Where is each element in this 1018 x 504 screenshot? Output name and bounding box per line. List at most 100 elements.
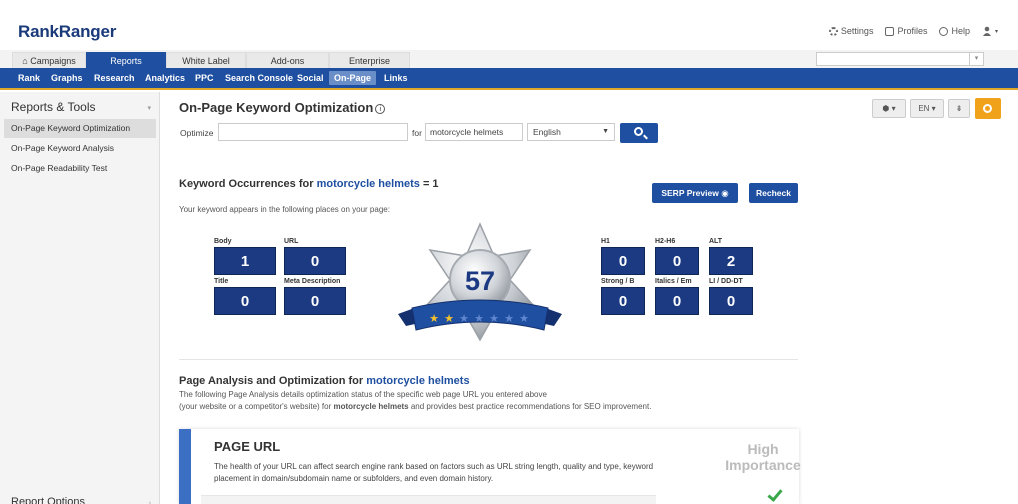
metric-label-li: LI / DD-DT: [709, 278, 743, 285]
tab-add-ons[interactable]: Add-ons: [246, 52, 329, 68]
analysis-title: Page Analysis and Optimization for motor…: [179, 375, 470, 387]
analysis-line-1: The following Page Analysis details opti…: [179, 390, 547, 399]
sidebar-item-on-page-keyword-analysis[interactable]: On-Page Keyword Analysis: [4, 139, 156, 158]
chevron-down-icon: ▾: [891, 104, 896, 113]
sidebar-report-options[interactable]: Report Options: [11, 496, 85, 504]
checkmark-icon: [767, 486, 783, 502]
settings-link[interactable]: Settings: [828, 26, 874, 36]
page-url-card: PAGE URL The health of your URL can affe…: [179, 429, 801, 504]
subnav-graphs[interactable]: Graphs: [51, 73, 83, 83]
occurrences-title: Keyword Occurrences for motorcycle helme…: [179, 178, 439, 190]
brand-word-rank: Rank: [18, 22, 59, 41]
optimize-label: Optimize: [180, 128, 214, 138]
info-icon[interactable]: i: [375, 104, 386, 114]
analysis-line-2: (your website or a competitor's website)…: [179, 402, 651, 411]
download-button[interactable]: ⇟: [948, 99, 970, 118]
metric-label-title: Title: [214, 278, 229, 285]
settings-button[interactable]: [975, 98, 1001, 119]
tab-enterprise[interactable]: Enterprise: [329, 52, 410, 68]
settings-label: Settings: [840, 26, 874, 36]
home-icon: ⌂: [22, 56, 28, 66]
occurrences-keyword: motorcycle helmets: [316, 178, 420, 190]
score-value: 57: [465, 266, 495, 296]
tab-reports-label: Reports: [110, 56, 142, 66]
profile-card-icon: [885, 26, 895, 36]
tab-campaigns-label: Campaigns: [30, 56, 76, 66]
eye-icon: ◉: [721, 188, 729, 198]
sidebar-item-on-page-readability-test[interactable]: On-Page Readability Test: [4, 159, 156, 178]
tab-campaigns[interactable]: ⌂ Campaigns: [12, 52, 86, 68]
metric-value-italics: 0: [655, 287, 699, 315]
chevron-down-icon: ▾: [931, 104, 936, 113]
metric-value-title: 0: [214, 287, 276, 315]
metric-label-strong: Strong / B: [601, 278, 635, 285]
subnav-analytics[interactable]: Analytics: [145, 73, 185, 83]
chevron-down-icon: ▾: [994, 28, 998, 35]
help-link[interactable]: Help: [939, 26, 970, 36]
metric-label-alt: ALT: [709, 238, 723, 245]
export-menu-button[interactable]: ⬢ ▾: [872, 99, 906, 118]
language-menu-button[interactable]: EN ▾: [910, 99, 944, 118]
profiles-link[interactable]: Profiles: [885, 26, 927, 36]
subnav-social[interactable]: Social: [297, 73, 324, 83]
ribbon-star-icon: ★: [489, 313, 499, 325]
score-badge: 57 ★ ★ ★ ★ ★ ★ ★: [398, 222, 562, 342]
ribbon-star-icon: ★: [459, 313, 469, 325]
user-menu[interactable]: ▾: [982, 26, 998, 36]
page-title-text: On-Page Keyword Optimization: [179, 100, 374, 115]
metric-label-h1: H1: [601, 238, 610, 245]
tab-white-label[interactable]: White Label: [166, 52, 246, 68]
analysis-keyword: motorcycle helmets: [366, 375, 470, 387]
ribbon-star-icon: ★: [474, 313, 484, 325]
tab-reports[interactable]: Reports: [86, 52, 166, 68]
occurrences-subtitle: Your keyword appears in the following pl…: [179, 205, 390, 214]
metric-label-h2-h6: H2-H6: [655, 238, 676, 245]
search-button[interactable]: [620, 123, 658, 143]
top-links: Settings Profiles Help ▾: [828, 26, 998, 36]
sub-nav: Rank Graphs Research Analytics PPC Searc…: [0, 68, 1018, 90]
metric-value-alt: 2: [709, 247, 753, 275]
metric-value-strong: 0: [601, 287, 645, 315]
metric-label-meta-description: Meta Description: [284, 278, 341, 285]
language-select[interactable]: English ▼: [527, 123, 615, 141]
card-detail-strip: [201, 495, 656, 504]
subnav-on-page[interactable]: On-Page: [329, 71, 377, 85]
serp-preview-button[interactable]: SERP Preview ◉: [652, 183, 738, 203]
recheck-button[interactable]: Recheck: [749, 183, 798, 203]
chevron-down-icon[interactable]: ▾: [147, 104, 151, 112]
tab-enterprise-label: Enterprise: [348, 56, 391, 66]
metric-label-body: Body: [214, 238, 232, 245]
subnav-ppc[interactable]: PPC: [195, 73, 214, 83]
metric-value-h2-h6: 0: [655, 247, 699, 275]
ribbon-star-icon: ★: [429, 313, 439, 325]
brand-logo[interactable]: RankRanger: [18, 22, 116, 42]
url-input[interactable]: [218, 123, 408, 141]
profiles-label: Profiles: [897, 26, 928, 36]
analysis-line-2-b: and provides best practice recommendatio…: [410, 402, 652, 411]
campaign-select[interactable]: ▾: [816, 52, 984, 66]
metric-value-meta-description: 0: [284, 287, 346, 315]
ribbon-star-icon: ★: [519, 313, 529, 325]
cube-icon: ⬢: [882, 104, 890, 113]
keyword-input[interactable]: motorcycle helmets: [425, 123, 523, 141]
subnav-links[interactable]: Links: [384, 73, 408, 83]
brand-word-ranger: Ranger: [58, 22, 117, 41]
ribbon-star-icon: ★: [444, 313, 454, 325]
search-icon: [634, 127, 643, 136]
gear-icon: [983, 104, 992, 113]
subnav-research[interactable]: Research: [94, 73, 135, 83]
subnav-search-console[interactable]: Search Console: [225, 73, 293, 83]
metric-value-li: 0: [709, 287, 753, 315]
sidebar: Reports & Tools ▾ On-Page Keyword Optimi…: [0, 92, 160, 504]
for-label: for: [412, 128, 422, 138]
page-title: On-Page Keyword Optimization i: [179, 100, 386, 115]
card-text: The health of your URL can affect search…: [214, 462, 654, 483]
tab-white-label-label: White Label: [182, 56, 230, 66]
occurrences-count: = 1: [422, 178, 439, 190]
gear-icon: [828, 26, 838, 36]
analysis-line-2-keyword: motorcycle helmets: [333, 402, 409, 411]
chevron-right-icon[interactable]: ›: [149, 500, 151, 504]
top-bar: RankRanger Settings Profiles Help ▾: [0, 0, 1018, 50]
sidebar-item-on-page-keyword-optimization[interactable]: On-Page Keyword Optimization: [4, 119, 156, 138]
subnav-rank[interactable]: Rank: [18, 73, 40, 83]
